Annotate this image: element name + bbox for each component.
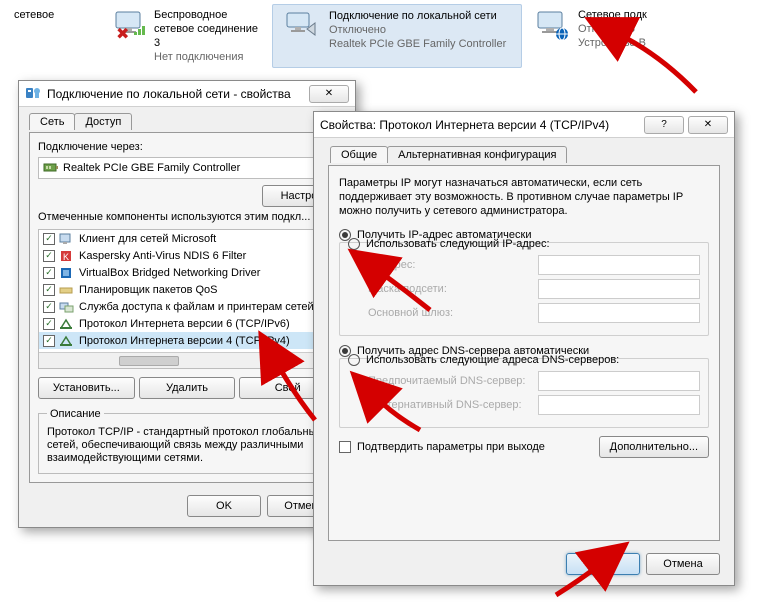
svg-text:K: K <box>63 252 69 262</box>
net-item-wireless[interactable]: ✖ Беспроводное сетевое соединение 3 Нет … <box>102 4 272 68</box>
qos-icon <box>59 283 75 297</box>
gateway-input <box>538 303 700 323</box>
dlg2-title: Свойства: Протокол Интернета версии 4 (T… <box>320 118 609 132</box>
wireless-title: Беспроводное сетевое соединение 3 <box>154 8 262 50</box>
list-item-selected: Протокол Интернета версии 4 (TCP/IPv4) <box>39 332 335 349</box>
vbox-icon <box>59 266 75 280</box>
list-item: KKaspersky Anti-Virus NDIS 6 Filter <box>39 247 335 264</box>
horizontal-scrollbar[interactable] <box>39 352 335 368</box>
svg-text:✖: ✖ <box>116 26 129 40</box>
validate-checkbox[interactable] <box>339 441 351 453</box>
kav-icon: K <box>59 249 75 263</box>
help-button[interactable]: ? <box>644 116 684 134</box>
advanced-button[interactable]: Дополнительно... <box>599 436 709 458</box>
network-sub1: Отключено <box>578 22 647 36</box>
client-icon <box>59 232 75 246</box>
checkbox-icon[interactable] <box>43 284 55 296</box>
net-item-lan[interactable]: Подключение по локальной сети Отключено … <box>272 4 522 68</box>
install-button[interactable]: Установить... <box>38 377 135 399</box>
adapter-field: Realtek PCIe GBE Family Controller <box>38 157 336 179</box>
dialog-lan-properties: Подключение по локальной сети - свойства… <box>18 80 356 528</box>
checkbox-icon[interactable] <box>43 318 55 330</box>
components-list[interactable]: Клиент для сетей Microsoft KKaspersky An… <box>38 229 336 369</box>
list-item: Планировщик пакетов QoS <box>39 281 335 298</box>
list-item: Служба доступа к файлам и принтерам сете… <box>39 298 335 315</box>
checkbox-icon[interactable] <box>43 335 55 347</box>
checkbox-icon[interactable] <box>43 301 55 313</box>
remove-button[interactable]: Удалить <box>139 377 236 399</box>
dialog-ipv4-properties: Свойства: Протокол Интернета версии 4 (T… <box>313 111 735 586</box>
components-label: Отмеченные компоненты используются этим … <box>38 211 336 223</box>
checkbox-icon[interactable] <box>43 233 55 245</box>
network-icon <box>532 8 572 42</box>
radio-dns-manual[interactable] <box>348 354 360 366</box>
lan-icon <box>283 9 323 43</box>
net-item-prev: сетевое <box>4 4 102 68</box>
titlebar-ipv4[interactable]: Свойства: Протокол Интернета версии 4 (T… <box>314 112 734 138</box>
network-connections-bar: сетевое ✖ Беспроводное сетевое соединени… <box>4 4 759 68</box>
adapter-name: Realtek PCIe GBE Family Controller <box>63 162 240 174</box>
connect-via-label: Подключение через: <box>38 141 336 153</box>
ok-button[interactable]: OK <box>566 553 640 575</box>
lan-title: Подключение по локальной сети <box>329 9 506 23</box>
description-title: Описание <box>47 408 104 420</box>
lan-sub2: Realtek PCIe GBE Family Controller <box>329 37 506 51</box>
description-text: Протокол TCP/IP - стандартный протокол г… <box>47 426 327 465</box>
adapter-icon <box>43 161 59 175</box>
dns2-input <box>538 395 700 415</box>
titlebar-lan-props[interactable]: Подключение по локальной сети - свойства… <box>19 81 355 107</box>
net-prev-label: сетевое <box>14 8 54 22</box>
checkbox-icon[interactable] <box>43 250 55 262</box>
list-item: Протокол Интернета версии 6 (TCP/IPv6) <box>39 315 335 332</box>
tab-panel-network: Подключение через: Realtek PCIe GBE Fami… <box>29 132 345 483</box>
list-item: Клиент для сетей Microsoft <box>39 230 335 247</box>
ok-button[interactable]: OK <box>187 495 261 517</box>
checkbox-icon[interactable] <box>43 267 55 279</box>
ip-input <box>538 255 700 275</box>
dialog-icon <box>25 86 41 102</box>
wireless-icon: ✖ <box>112 8 148 42</box>
dns1-input <box>538 371 700 391</box>
tab-sharing[interactable]: Доступ <box>74 113 132 130</box>
ipv6-icon <box>59 317 75 331</box>
list-item: VirtualBox Bridged Networking Driver <box>39 264 335 281</box>
net-item-network[interactable]: Сетевое подк Отключено Устройство B <box>522 4 662 68</box>
wireless-sub: Нет подключения <box>154 50 262 64</box>
close-button[interactable]: ✕ <box>309 85 349 103</box>
intro-text: Параметры IP могут назначаться автоматич… <box>339 176 709 218</box>
tab-general[interactable]: Общие <box>330 146 388 163</box>
tab-network[interactable]: Сеть <box>29 113 75 130</box>
cancel-button[interactable]: Отмена <box>646 553 720 575</box>
radio-ip-manual[interactable] <box>348 238 360 250</box>
network-sub2: Устройство B <box>578 36 647 50</box>
mask-input <box>538 279 700 299</box>
tab-alt-config[interactable]: Альтернативная конфигурация <box>387 146 567 163</box>
ipv4-icon <box>59 334 75 348</box>
network-title: Сетевое подк <box>578 8 647 22</box>
fileshare-icon <box>59 300 75 314</box>
lan-sub1: Отключено <box>329 23 506 37</box>
dlg1-title: Подключение по локальной сети - свойства <box>47 87 291 101</box>
close-button[interactable]: ✕ <box>688 116 728 134</box>
